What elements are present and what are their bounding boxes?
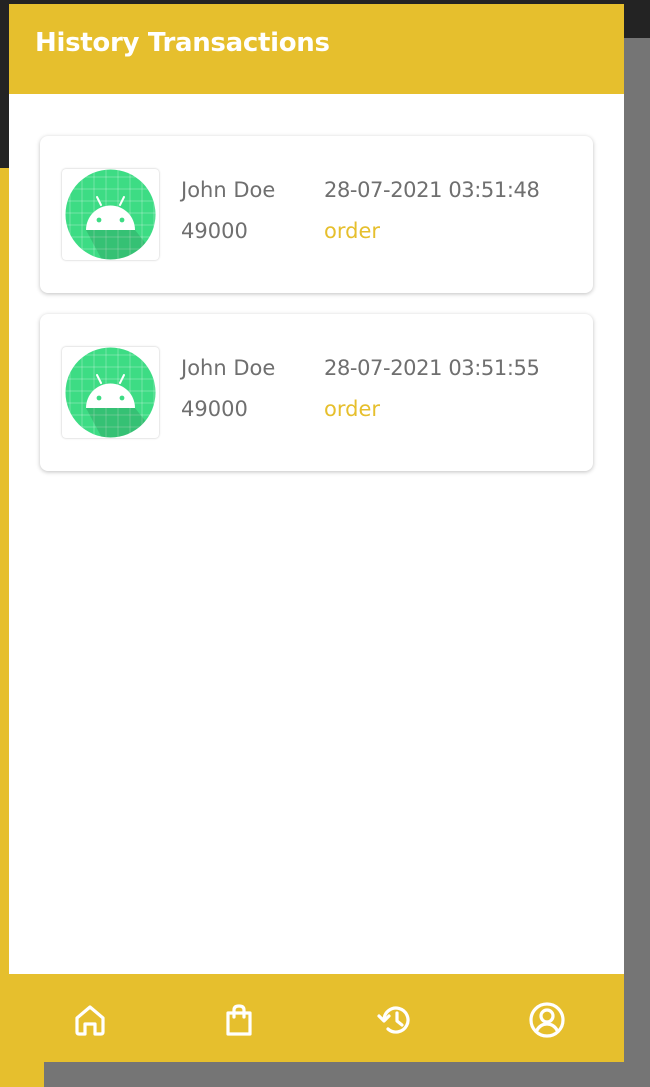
- transaction-type: order: [324, 397, 380, 421]
- home-icon: [75, 1005, 105, 1036]
- transaction-card[interactable]: John Doe 49000 28-07-2021 03:51:55 order: [40, 314, 593, 471]
- page-title: History Transactions: [35, 28, 330, 58]
- shopping-bag-icon: [226, 1004, 252, 1036]
- transaction-amount: 49000: [181, 397, 248, 421]
- transaction-date: 28-07-2021 03:51:48: [324, 178, 540, 202]
- customer-name: John Doe: [181, 178, 276, 202]
- android-icon: [62, 347, 159, 438]
- nav-home-button[interactable]: [68, 998, 112, 1042]
- transaction-date: 28-07-2021 03:51:55: [324, 356, 540, 380]
- bottom-navigation: [9, 974, 624, 1062]
- customer-name: John Doe: [181, 356, 276, 380]
- nav-orders-button[interactable]: [217, 998, 261, 1042]
- android-icon: [62, 169, 159, 260]
- profile-icon: [529, 1002, 565, 1038]
- nav-history-button[interactable]: [373, 998, 417, 1042]
- transaction-type: order: [324, 219, 380, 243]
- nav-profile-button[interactable]: [525, 998, 569, 1042]
- transaction-amount: 49000: [181, 219, 248, 243]
- transaction-card[interactable]: John Doe 49000 28-07-2021 03:51:48 order: [40, 136, 593, 293]
- history-icon: [377, 1006, 410, 1034]
- phone-screen: History Transactions John Doe 49000 28-0…: [9, 4, 624, 1062]
- transaction-list: John Doe 49000 28-07-2021 03:51:48 order: [40, 136, 593, 492]
- app-bar: History Transactions: [9, 4, 624, 94]
